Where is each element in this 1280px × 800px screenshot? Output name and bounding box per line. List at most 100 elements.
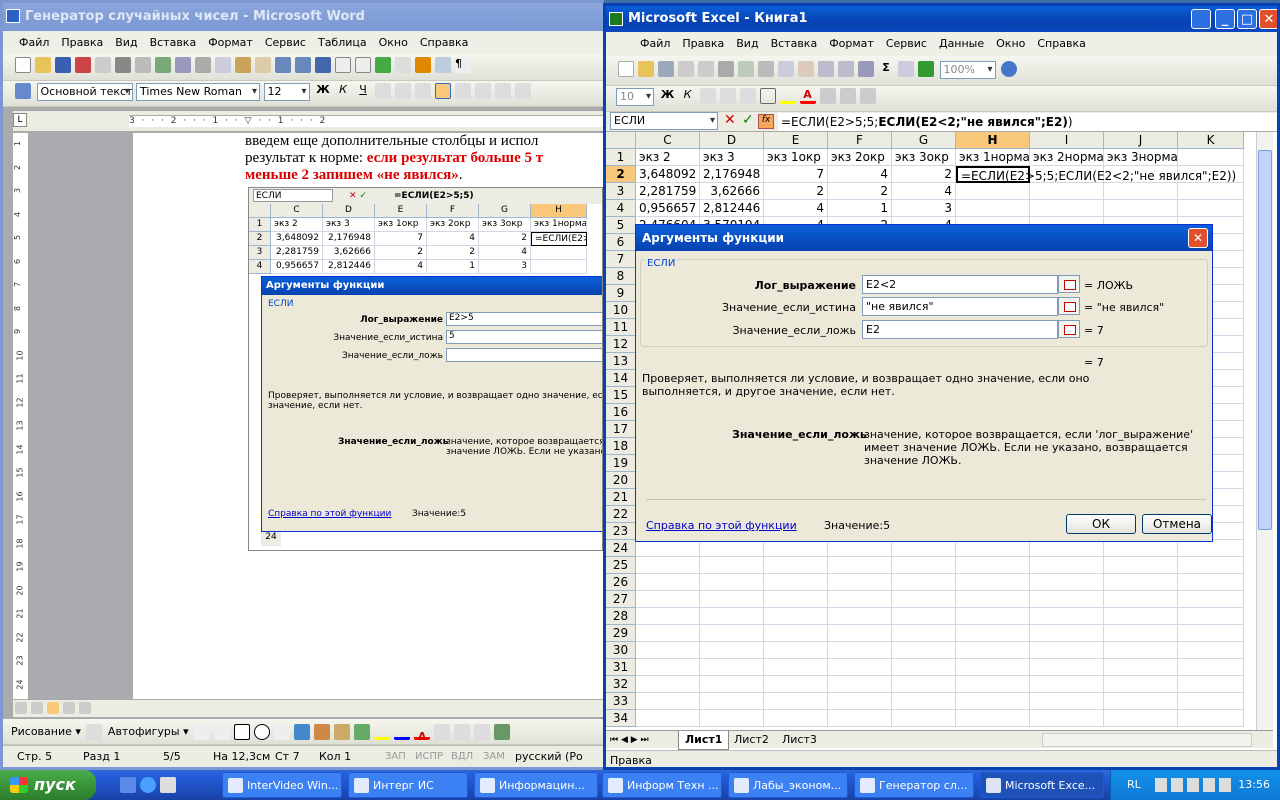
cell[interactable]: 2,176948: [700, 166, 764, 183]
permission-icon[interactable]: [75, 57, 91, 73]
row-header[interactable]: 4: [606, 200, 636, 217]
desktop-icon[interactable]: [120, 777, 136, 793]
ok-button[interactable]: ОК: [1066, 514, 1136, 534]
outline-view-icon[interactable]: [63, 702, 75, 714]
word-menu-format[interactable]: Формат: [202, 33, 259, 53]
insert-table-icon[interactable]: [355, 57, 371, 73]
cell[interactable]: [892, 540, 956, 557]
cell[interactable]: 2: [828, 183, 892, 200]
word-menu-edit[interactable]: Правка: [55, 33, 109, 53]
cell[interactable]: [1104, 659, 1178, 676]
cell[interactable]: [1030, 540, 1104, 557]
task-inform1[interactable]: Информацин...: [474, 772, 598, 798]
cell[interactable]: [1178, 608, 1244, 625]
copy-icon[interactable]: [215, 57, 231, 73]
textbox-icon[interactable]: [274, 724, 291, 740]
cell[interactable]: [1178, 642, 1244, 659]
cell[interactable]: [1030, 200, 1104, 217]
cell[interactable]: [956, 574, 1030, 591]
cell[interactable]: [1178, 625, 1244, 642]
cell[interactable]: [1030, 557, 1104, 574]
excel-bold-icon[interactable]: Ж: [660, 88, 676, 104]
enter-formula-icon[interactable]: ✓: [742, 112, 754, 128]
cell[interactable]: [1178, 149, 1244, 166]
web-view-icon[interactable]: [31, 702, 43, 714]
bold-icon[interactable]: Ж: [315, 83, 331, 99]
row-header[interactable]: 26: [606, 574, 636, 591]
cell[interactable]: [1030, 710, 1104, 727]
row-header[interactable]: 11: [606, 319, 636, 336]
excel-italic-icon[interactable]: К: [680, 88, 696, 104]
cell[interactable]: [828, 574, 892, 591]
excel-title-bar[interactable]: Microsoft Excel - Книга1 _ □ ✕: [606, 6, 1277, 32]
cell[interactable]: [636, 557, 700, 574]
word-title-bar[interactable]: Генератор случайных чисел - Microsoft Wo…: [3, 3, 603, 31]
excel-open-icon[interactable]: [638, 61, 654, 77]
cancel-formula-icon[interactable]: ✕: [724, 112, 736, 128]
row-header[interactable]: 10: [606, 302, 636, 319]
task-generator[interactable]: Генератор сл...: [854, 772, 974, 798]
row-header[interactable]: 28: [606, 608, 636, 625]
cell[interactable]: 2: [892, 166, 956, 183]
row-header[interactable]: 3: [606, 183, 636, 200]
cell[interactable]: 2,812446: [700, 200, 764, 217]
col-header-K[interactable]: K: [1178, 132, 1244, 149]
maximize-icon[interactable]: □: [1237, 9, 1257, 29]
row-header[interactable]: 8: [606, 268, 636, 285]
tile-icon[interactable]: [1191, 9, 1211, 29]
excel-fill-icon[interactable]: [779, 88, 796, 104]
cell[interactable]: [764, 574, 828, 591]
diagram-icon[interactable]: [314, 724, 331, 740]
align-center-icon[interactable]: [395, 83, 411, 99]
cell[interactable]: [636, 676, 700, 693]
excel-save-icon[interactable]: [658, 61, 674, 77]
format-painter-icon[interactable]: [255, 57, 271, 73]
tab-nav-icons[interactable]: ⏮ ◀ ▶ ⏭: [610, 731, 649, 749]
arrow-icon[interactable]: [214, 724, 231, 740]
align-right-icon[interactable]: [415, 83, 431, 99]
word-menu-view[interactable]: Вид: [109, 33, 143, 53]
cell[interactable]: 2: [764, 183, 828, 200]
col-header-D[interactable]: D: [700, 132, 764, 149]
cell[interactable]: [764, 557, 828, 574]
excel-new-icon[interactable]: [618, 61, 634, 77]
paste-icon[interactable]: [235, 57, 251, 73]
cell[interactable]: [700, 710, 764, 727]
col-header-G[interactable]: G: [892, 132, 956, 149]
cell[interactable]: [1178, 200, 1244, 217]
bullets-icon[interactable]: [495, 83, 511, 99]
arg3-input[interactable]: E2: [862, 320, 1058, 339]
word-menu-file[interactable]: Файл: [13, 33, 55, 53]
hyperlink-icon[interactable]: [315, 57, 331, 73]
cell[interactable]: [828, 659, 892, 676]
minimize-icon[interactable]: _: [1215, 9, 1235, 29]
clipart-icon[interactable]: [334, 724, 351, 740]
col-header-E[interactable]: E: [764, 132, 828, 149]
row-header[interactable]: 6: [606, 234, 636, 251]
cell[interactable]: [828, 557, 892, 574]
cell[interactable]: экз 3: [700, 149, 764, 166]
picture-icon[interactable]: [354, 724, 371, 740]
cell[interactable]: [1104, 183, 1178, 200]
explorer-icon[interactable]: [160, 777, 176, 793]
cell[interactable]: [956, 591, 1030, 608]
chart-icon[interactable]: [918, 61, 934, 77]
cell[interactable]: [636, 642, 700, 659]
name-box[interactable]: ЕСЛИ: [610, 112, 718, 130]
cell[interactable]: [636, 574, 700, 591]
font-size-select[interactable]: 12: [263, 83, 310, 101]
align-left-icon[interactable]: [375, 83, 391, 99]
font-select[interactable]: Times New Roman: [136, 83, 260, 101]
cell[interactable]: [1030, 574, 1104, 591]
dash-style-icon[interactable]: [454, 724, 471, 740]
status-ext[interactable]: ВДЛ: [451, 746, 473, 768]
arg3-collapse-icon[interactable]: [1058, 320, 1080, 338]
cell[interactable]: [1104, 710, 1178, 727]
cell[interactable]: экз 1норма: [956, 149, 1030, 166]
cell[interactable]: [828, 608, 892, 625]
excel-align-right-icon[interactable]: [739, 88, 756, 104]
cell[interactable]: [700, 540, 764, 557]
cell[interactable]: 7: [764, 166, 828, 183]
cell[interactable]: [636, 625, 700, 642]
font-color-icon[interactable]: A: [414, 724, 431, 743]
